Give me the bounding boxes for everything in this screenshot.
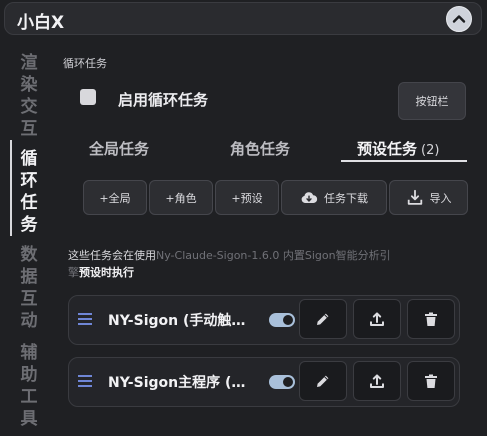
sidebar-item-render[interactable]: 渲 染 交 互 (10, 52, 48, 140)
tab-count-badge: (2) (421, 143, 440, 158)
trash-icon (425, 312, 437, 326)
toolbar-button[interactable]: 按钮栏 (398, 82, 466, 120)
task-row[interactable]: NY-Sigon主程序 (… (68, 357, 460, 407)
delete-task-button[interactable] (407, 299, 455, 339)
enable-loop-checkbox[interactable] (80, 89, 96, 105)
toggle-knob (283, 377, 293, 387)
task-enable-toggle[interactable] (269, 375, 295, 389)
export-task-button[interactable] (353, 361, 401, 401)
task-tabs: 全局任务 角色任务 预设任务 (2) (58, 138, 478, 164)
task-name: NY-Sigon主程序 (… (108, 375, 246, 391)
cloud-download-icon (301, 191, 318, 203)
pencil-icon (317, 375, 329, 387)
edit-task-button[interactable] (299, 299, 347, 339)
task-enable-toggle[interactable] (269, 313, 295, 327)
sidebar-item-data[interactable]: 数 据 互 动 (10, 244, 48, 332)
tab-active-underline (341, 160, 467, 162)
preset-description: 这些任务会在使用Ny-Claude-Sigon-1.6.0 内置Sigon智能分… (68, 249, 391, 279)
task-row[interactable]: NY-Sigon (手动触… (68, 295, 460, 345)
sidebar-item-tools[interactable]: 辅 助 工 具 (10, 342, 48, 430)
add-character-button[interactable]: +角色 (149, 180, 213, 215)
upload-icon (370, 312, 384, 326)
sidebar-active-indicator (10, 140, 12, 236)
chevron-up-icon (452, 15, 466, 23)
task-name: NY-Sigon (手动触… (108, 313, 246, 329)
task-download-button[interactable]: 任务下载 (281, 180, 387, 215)
import-button[interactable]: 导入 (389, 180, 468, 215)
toggle-knob (283, 315, 293, 325)
tab-preset[interactable]: 预设任务 (2) (357, 138, 439, 159)
pencil-icon (317, 313, 329, 325)
plugin-panel: 小白X 渲 染 交 互 循 环 任 务 数 据 互 动 辅 助 工 具 循环任务… (0, 0, 487, 436)
edit-task-button[interactable] (299, 361, 347, 401)
drag-handle-icon[interactable] (77, 373, 93, 389)
main-content: 循环任务 启用循环任务 按钮栏 全局任务 角色任务 预设任务 (2) +全局 +角… (58, 44, 478, 436)
collapse-button[interactable] (446, 6, 472, 32)
tab-character[interactable]: 角色任务 (230, 138, 290, 159)
sidebar-item-loop-tasks[interactable]: 循 环 任 务 (10, 148, 48, 236)
action-bar: +全局 +角色 +预设 任务下载 导入 (83, 180, 468, 216)
tab-global[interactable]: 全局任务 (89, 138, 149, 159)
section-label: 循环任务 (63, 57, 107, 70)
delete-task-button[interactable] (407, 361, 455, 401)
upload-icon (370, 374, 384, 388)
sidebar: 渲 染 交 互 循 环 任 务 数 据 互 动 辅 助 工 具 (10, 44, 48, 436)
trash-icon (425, 374, 437, 388)
add-global-button[interactable]: +全局 (83, 180, 147, 215)
export-task-button[interactable] (353, 299, 401, 339)
import-icon (407, 189, 422, 205)
add-preset-button[interactable]: +预设 (215, 180, 279, 215)
drag-handle-icon[interactable] (77, 311, 93, 327)
panel-title: 小白X (17, 13, 65, 33)
enable-loop-label: 启用循环任务 (118, 91, 209, 109)
panel-header: 小白X (4, 2, 482, 35)
